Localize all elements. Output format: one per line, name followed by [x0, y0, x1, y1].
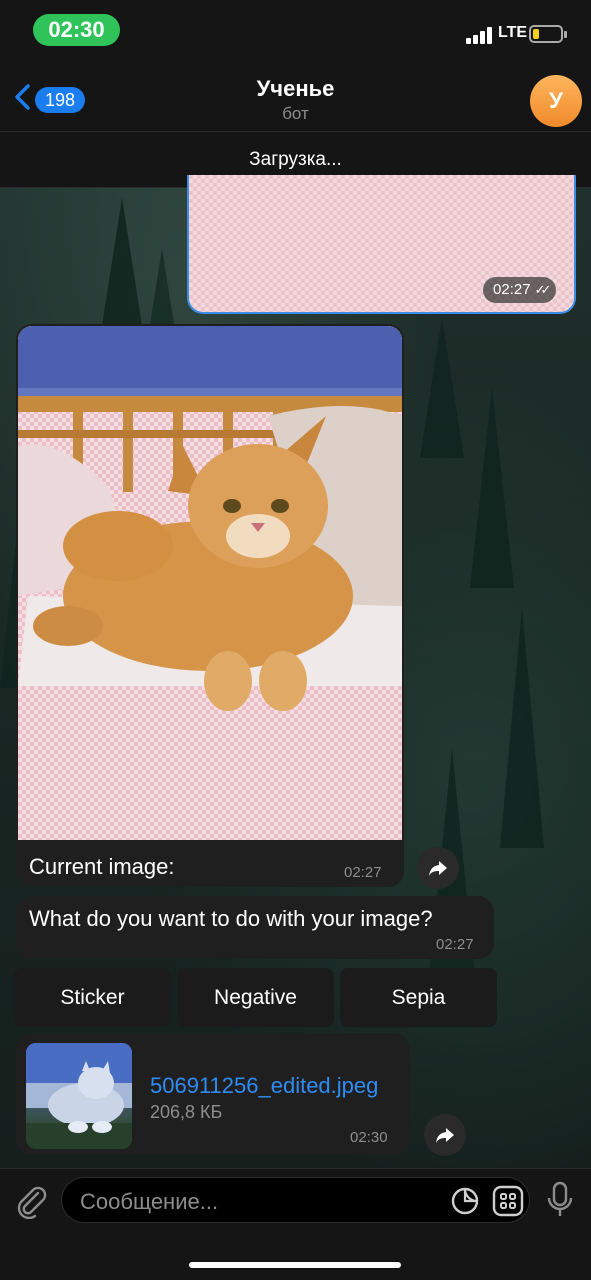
network-type: LTE — [498, 24, 528, 41]
battery-icon — [529, 25, 567, 43]
chat-subtitle: бот — [282, 104, 309, 123]
cat-photo[interactable] — [18, 326, 402, 840]
status-bar: 02:30 LTE — [0, 0, 591, 60]
message-time: 02:30 — [350, 1129, 388, 1146]
text-message[interactable]: What do you want to do with your image? … — [16, 896, 494, 959]
sticker-button[interactable]: Sticker — [14, 968, 171, 1027]
status-time[interactable]: 02:30 — [33, 14, 120, 46]
message-time-pill: 02:27 ✓✓ — [483, 277, 557, 303]
message-time: 02:27 — [344, 864, 382, 881]
tree-decoration — [100, 198, 144, 338]
microphone-icon[interactable] — [546, 1181, 574, 1219]
message-text: What do you want to do with your image? — [29, 906, 433, 931]
paperclip-icon[interactable] — [14, 1183, 48, 1219]
photo-message[interactable]: Current image: 02:27 — [16, 324, 404, 887]
message-time: 02:27 — [436, 936, 474, 953]
tree-decoration — [420, 318, 464, 458]
avatar[interactable]: У — [530, 75, 582, 127]
tree-decoration — [500, 608, 544, 848]
home-indicator — [189, 1262, 401, 1268]
bot-commands-icon[interactable] — [492, 1185, 524, 1217]
outgoing-photo-message[interactable]: 02:27 ✓✓ — [187, 175, 576, 314]
negative-button[interactable]: Negative — [177, 968, 334, 1027]
message-placeholder: Сообщение... — [80, 1189, 219, 1214]
sticker-icon[interactable] — [450, 1186, 480, 1216]
message-time: 02:27 — [493, 281, 531, 298]
signal-icon — [466, 26, 494, 44]
share-arrow-icon — [429, 861, 447, 876]
share-button[interactable] — [424, 1114, 466, 1156]
file-size: 206,8 КБ — [150, 1102, 223, 1122]
message-input-bar: Сообщение... — [0, 1168, 591, 1280]
share-button[interactable] — [417, 847, 459, 889]
photo-caption: Current image: — [29, 854, 175, 879]
sepia-button[interactable]: Sepia — [340, 968, 497, 1027]
share-arrow-icon — [436, 1128, 454, 1143]
file-thumbnail[interactable] — [26, 1043, 132, 1149]
tree-decoration — [470, 388, 514, 588]
file-name[interactable]: 506911256_edited.jpeg — [150, 1073, 378, 1099]
read-checks-icon: ✓✓ — [534, 282, 552, 297]
chat-title[interactable]: Ученье — [0, 76, 591, 102]
file-message[interactable]: 506911256_edited.jpeg 206,8 КБ 02:30 — [16, 1033, 410, 1155]
chat-header: 198 Ученье бот У — [0, 60, 591, 132]
